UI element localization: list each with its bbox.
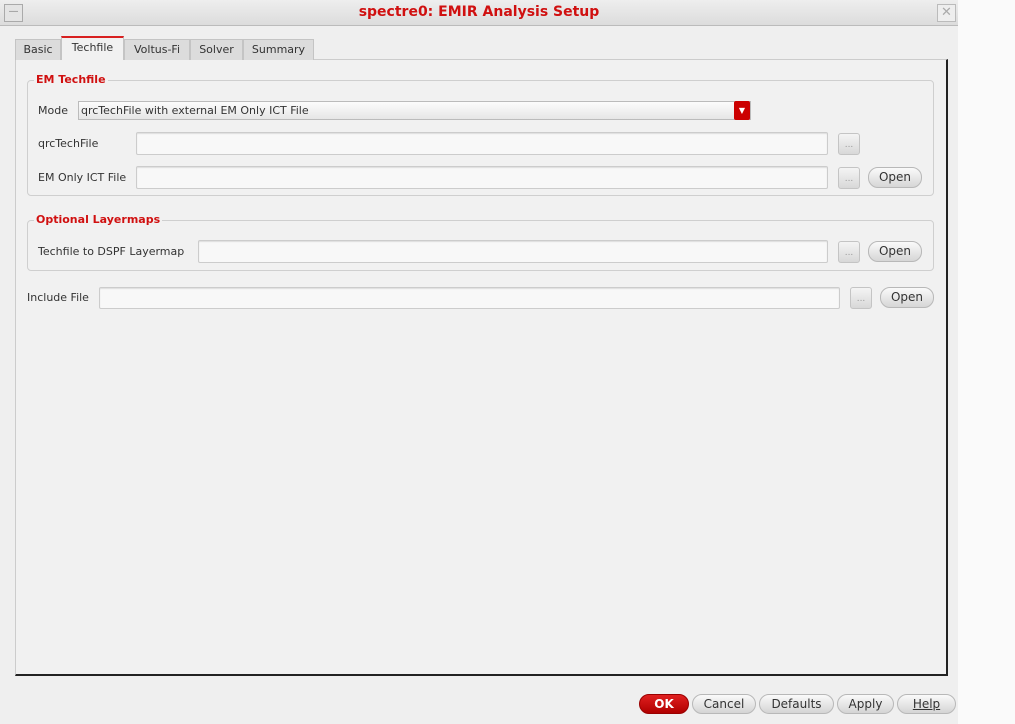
em-techfile-title: EM Techfile [34,73,108,86]
ok-button[interactable]: OK [639,694,689,714]
dspf-layermap-label: Techfile to DSPF Layermap [38,245,185,258]
qrc-browse-button[interactable]: ... [838,133,860,155]
include-open-button[interactable]: Open [880,287,934,308]
dropdown-arrow-icon[interactable]: ▼ [734,101,750,120]
tab-basic[interactable]: Basic [15,39,61,60]
close-icon[interactable]: ✕ [937,4,956,22]
window-title: spectre0: EMIR Analysis Setup [358,4,600,20]
include-file-input[interactable] [99,287,840,309]
qrc-techfile-label: qrcTechFile [38,137,99,150]
qrc-techfile-input[interactable] [136,132,828,155]
emir-setup-dialog: — spectre0: EMIR Analysis Setup ✕ Basic … [0,0,958,724]
em-ict-file-input[interactable] [136,166,828,189]
include-browse-button[interactable]: ... [850,287,872,309]
optional-layermaps-title: Optional Layermaps [34,213,163,226]
mode-value: qrcTechFile with external EM Only ICT Fi… [81,104,309,117]
tab-summary[interactable]: Summary [243,39,314,60]
mode-select[interactable]: qrcTechFile with external EM Only ICT Fi… [78,101,751,120]
title-bar: — spectre0: EMIR Analysis Setup ✕ [0,0,958,26]
cancel-button[interactable]: Cancel [692,694,756,714]
em-ict-open-button[interactable]: Open [868,167,922,188]
em-ict-file-label: EM Only ICT File [38,171,127,184]
tab-solver[interactable]: Solver [190,39,243,60]
tab-techfile[interactable]: Techfile [61,36,124,60]
dspf-layermap-input[interactable] [198,240,828,263]
defaults-button[interactable]: Defaults [759,694,834,714]
apply-button[interactable]: Apply [837,694,894,714]
dspf-browse-button[interactable]: ... [838,241,860,263]
help-button[interactable]: Help [897,694,956,714]
em-ict-browse-button[interactable]: ... [838,167,860,189]
dspf-open-button[interactable]: Open [868,241,922,262]
include-file-label: Include File [27,291,89,304]
tab-voltus-fi[interactable]: Voltus-Fi [124,39,190,60]
mode-label: Mode [38,104,68,117]
